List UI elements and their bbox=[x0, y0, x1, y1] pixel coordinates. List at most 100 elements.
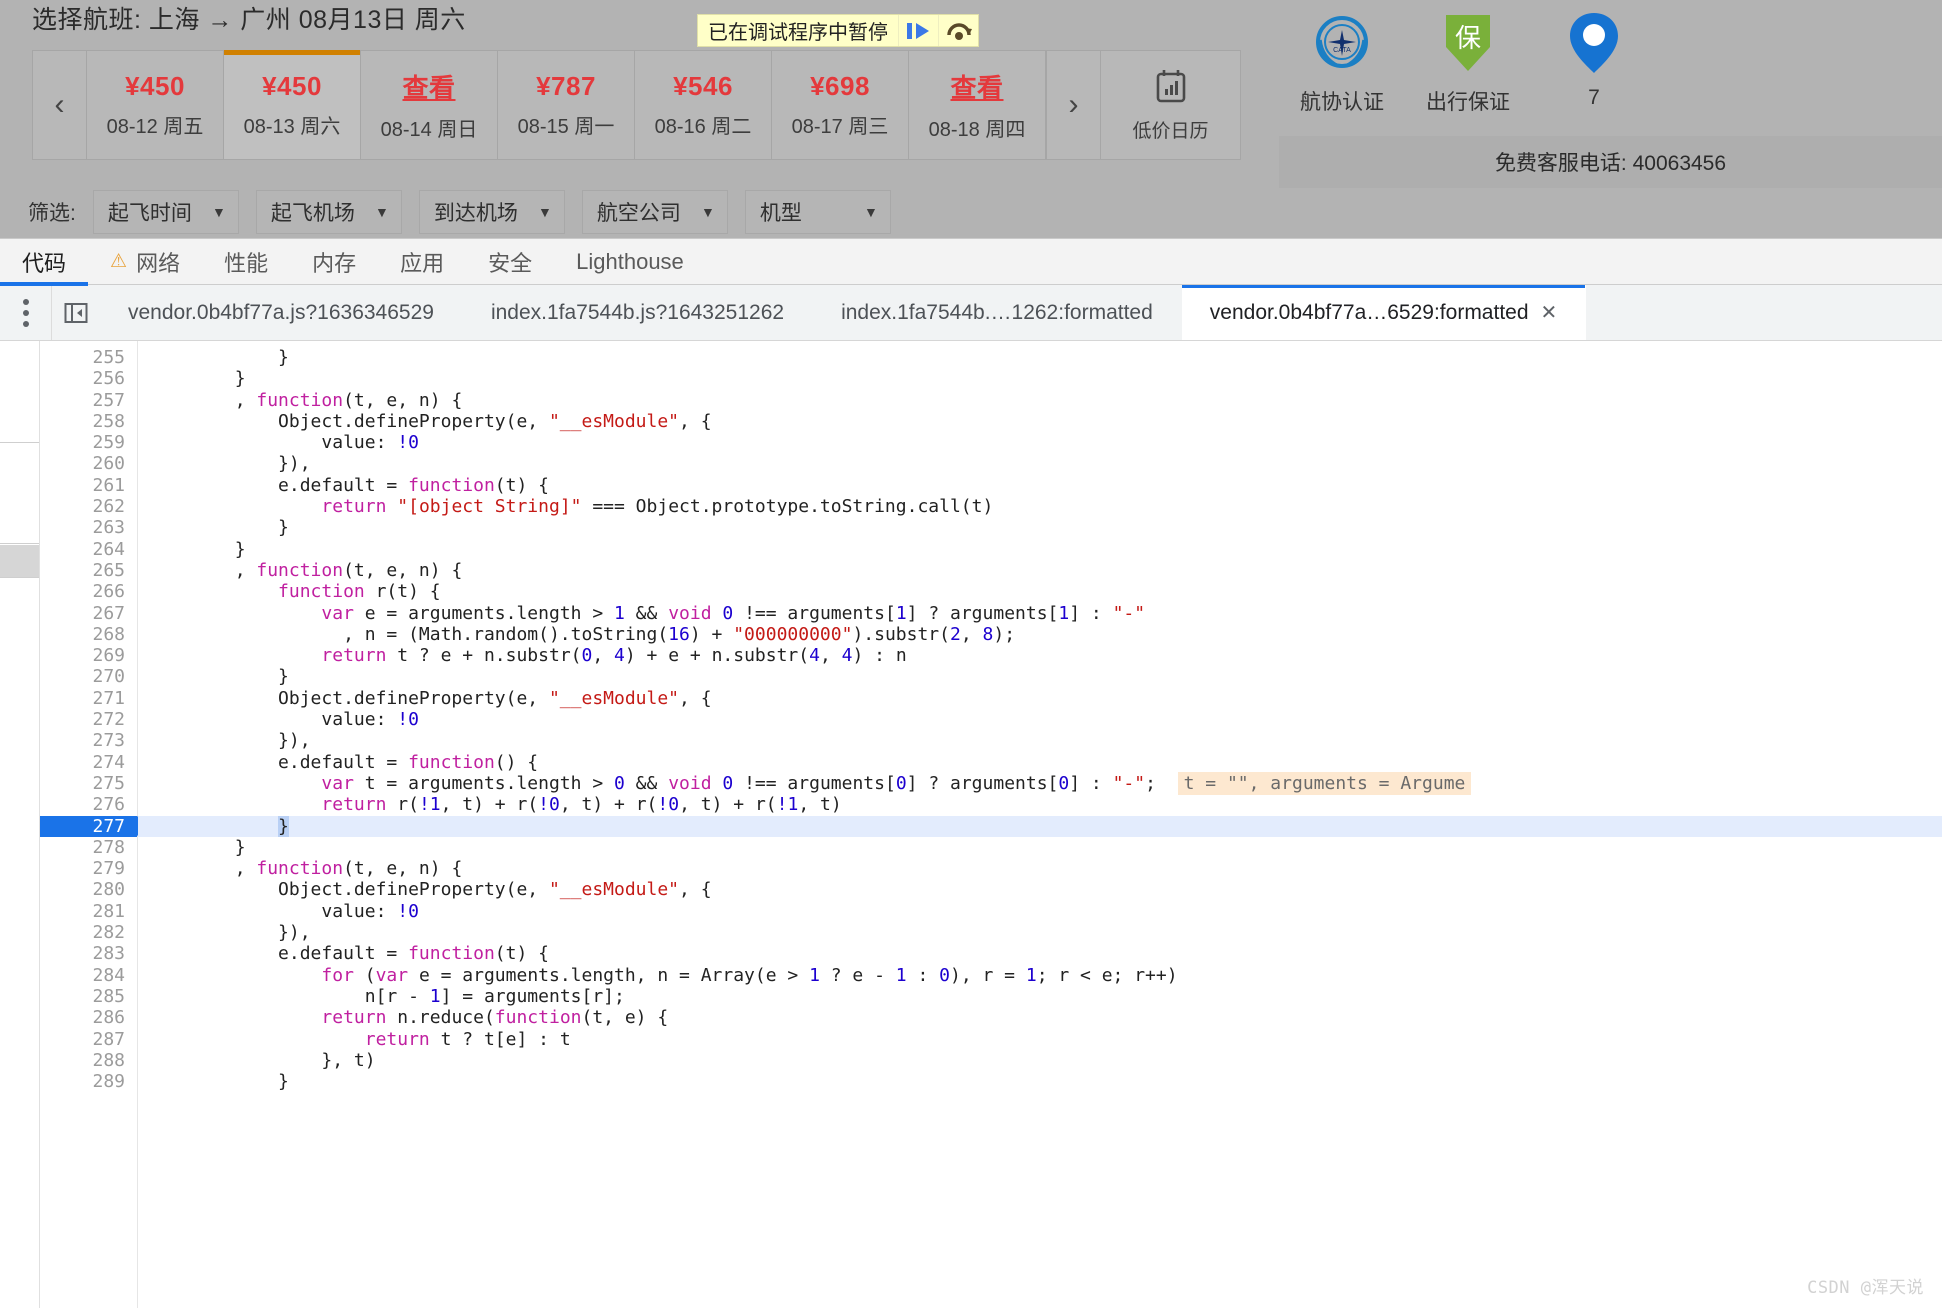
gutter-line[interactable]: 260 bbox=[40, 453, 137, 474]
gutter-line[interactable]: 274 bbox=[40, 752, 137, 773]
file-tab[interactable]: index.1fa7544b.js?1643251262 bbox=[463, 285, 813, 340]
devtools-tab-5[interactable]: 安全 bbox=[466, 239, 554, 285]
gutter-line[interactable]: 280 bbox=[40, 879, 137, 900]
gutter-line[interactable]: 272 bbox=[40, 709, 137, 730]
low-price-calendar-button[interactable]: 低价日历 bbox=[1100, 51, 1240, 159]
code-line[interactable]: } bbox=[138, 347, 1942, 368]
code-line[interactable]: return t ? t[e] : t bbox=[138, 1029, 1942, 1050]
gutter-line[interactable]: 289 bbox=[40, 1071, 137, 1092]
code-line[interactable]: e.default = function(t) { bbox=[138, 475, 1942, 496]
gutter-line[interactable]: 256 bbox=[40, 368, 137, 389]
code-line[interactable]: } bbox=[138, 666, 1942, 687]
devtools-tab-1[interactable]: ⚠ 网络 bbox=[88, 239, 202, 285]
code-line[interactable]: e.default = function(t) { bbox=[138, 943, 1942, 964]
devtools-tab-0[interactable]: 代码 bbox=[0, 239, 89, 286]
step-over-icon[interactable] bbox=[938, 15, 978, 46]
gutter-line[interactable]: 270 bbox=[40, 666, 137, 687]
code-line[interactable]: function r(t) { bbox=[138, 581, 1942, 602]
code-line[interactable]: for (var e = arguments.length, n = Array… bbox=[138, 965, 1942, 986]
filter-dropdown[interactable]: 起飞时间 ▼ bbox=[92, 190, 239, 234]
gutter-line[interactable]: 262 bbox=[40, 496, 137, 517]
code-line[interactable]: Object.defineProperty(e, "__esModule", { bbox=[138, 688, 1942, 709]
gutter-line[interactable]: 263 bbox=[40, 517, 137, 538]
code-line[interactable]: return t ? e + n.substr(0, 4) + e + n.su… bbox=[138, 645, 1942, 666]
gutter-line[interactable]: 269 bbox=[40, 645, 137, 666]
gutter-line[interactable]: 266 bbox=[40, 581, 137, 602]
date-cell[interactable]: ¥450 08-13 周六 bbox=[224, 50, 361, 159]
code-line[interactable]: return r(!1, t) + r(!0, t) + r(!0, t) + … bbox=[138, 794, 1942, 815]
gutter-line[interactable]: 261 bbox=[40, 475, 137, 496]
devtools-tab-3[interactable]: 内存 bbox=[290, 239, 378, 285]
gutter-line[interactable]: 285 bbox=[40, 986, 137, 1007]
code-line[interactable]: , n = (Math.random().toString(16) + "000… bbox=[138, 624, 1942, 645]
date-cell[interactable]: ¥546 08-16 周二 bbox=[635, 51, 772, 159]
code-line[interactable]: value: !0 bbox=[138, 709, 1942, 730]
gutter-line[interactable]: 264 bbox=[40, 539, 137, 560]
gutter-line[interactable]: 287 bbox=[40, 1029, 137, 1050]
code-line[interactable]: }), bbox=[138, 922, 1942, 943]
code-line[interactable]: return n.reduce(function(t, e) { bbox=[138, 1007, 1942, 1028]
gutter-line[interactable]: 278 bbox=[40, 837, 137, 858]
devtools-tab-4[interactable]: 应用 bbox=[378, 239, 466, 285]
file-tab[interactable]: vendor.0b4bf77a.js?1636346529 bbox=[100, 285, 463, 340]
gutter-line[interactable]: 288 bbox=[40, 1050, 137, 1071]
next-dates-button[interactable]: › bbox=[1046, 51, 1100, 159]
date-cell[interactable]: ¥450 08-12 周五 bbox=[87, 51, 224, 159]
line-number-gutter[interactable]: 255 256 257 258 259 260 261 262 263 264 265 266 267 2… bbox=[40, 341, 149, 1308]
code-line[interactable]: } bbox=[138, 1071, 1942, 1092]
code-line[interactable]: Object.defineProperty(e, "__esModule", { bbox=[138, 411, 1942, 432]
prev-dates-button[interactable]: ‹ bbox=[33, 51, 87, 159]
gutter-line[interactable]: 268 bbox=[40, 624, 137, 645]
code-line[interactable]: n[r - 1] = arguments[r]; bbox=[138, 986, 1942, 1007]
devtools-tab-6[interactable]: Lighthouse bbox=[554, 239, 706, 285]
file-tab[interactable]: vendor.0b4bf77a…6529:formatted ✕ bbox=[1181, 285, 1587, 340]
code-line[interactable]: } bbox=[138, 837, 1942, 858]
gutter-line[interactable]: 276 bbox=[40, 794, 137, 815]
filter-dropdown[interactable]: 到达机场 ▼ bbox=[418, 190, 565, 234]
code-line[interactable]: } bbox=[138, 368, 1942, 389]
filter-dropdown[interactable]: 起飞机场 ▼ bbox=[255, 190, 402, 234]
gutter-line[interactable]: 282 bbox=[40, 922, 137, 943]
gutter-line[interactable]: 286 bbox=[40, 1007, 137, 1028]
gutter-line[interactable]: 284 bbox=[40, 965, 137, 986]
code-line[interactable]: , function(t, e, n) { bbox=[138, 390, 1942, 411]
filter-dropdown[interactable]: 航空公司 ▼ bbox=[581, 190, 728, 234]
gutter-line[interactable]: 257 bbox=[40, 390, 137, 411]
gutter-line[interactable]: 281 bbox=[40, 901, 137, 922]
gutter-line[interactable]: 267 bbox=[40, 603, 137, 624]
code-line[interactable]: }), bbox=[138, 730, 1942, 751]
code-line[interactable]: value: !0 bbox=[138, 432, 1942, 453]
date-cell[interactable]: 查看 08-18 周四 bbox=[909, 51, 1046, 159]
code-line[interactable]: Object.defineProperty(e, "__esModule", { bbox=[138, 879, 1942, 900]
close-icon[interactable]: ✕ bbox=[1541, 300, 1558, 325]
code-line[interactable]: return "[object String]" === Object.prot… bbox=[138, 496, 1942, 517]
gutter-line[interactable]: 258 bbox=[40, 411, 137, 432]
date-cell[interactable]: ¥787 08-15 周一 bbox=[498, 51, 635, 159]
code-line[interactable]: }), bbox=[138, 453, 1942, 474]
gutter-line[interactable]: 283 bbox=[40, 943, 137, 964]
code-lines[interactable]: } } , function(t, e, n) { Object.defineP… bbox=[138, 341, 1942, 1308]
code-line[interactable]: e.default = function() { bbox=[138, 752, 1942, 773]
gutter-line[interactable]: 255 bbox=[40, 347, 137, 368]
code-line[interactable]: var e = arguments.length > 1 && void 0 !… bbox=[138, 603, 1942, 624]
code-line[interactable]: , function(t, e, n) { bbox=[138, 560, 1942, 581]
gutter-line[interactable]: 265 bbox=[40, 560, 137, 581]
gutter-line-current[interactable]: 277 bbox=[40, 815, 149, 837]
date-cell[interactable]: 查看 08-14 周日 bbox=[361, 51, 498, 159]
code-line[interactable]: value: !0 bbox=[138, 901, 1942, 922]
date-cell[interactable]: ¥698 08-17 周三 bbox=[772, 51, 909, 159]
resume-script-icon[interactable] bbox=[898, 15, 938, 46]
code-line[interactable]: }, t) bbox=[138, 1050, 1942, 1071]
devtools-tab-2[interactable]: 性能 bbox=[202, 239, 290, 285]
gutter-line[interactable]: 275 bbox=[40, 773, 137, 794]
show-navigator-icon[interactable] bbox=[52, 285, 100, 340]
file-tab[interactable]: index.1fa7544b.…1262:formatted bbox=[813, 285, 1182, 340]
gutter-line[interactable]: 273 bbox=[40, 730, 137, 751]
kebab-menu-icon[interactable] bbox=[0, 285, 52, 340]
code-line[interactable]: } bbox=[138, 815, 1942, 837]
gutter-line[interactable]: 271 bbox=[40, 688, 137, 709]
filter-dropdown[interactable]: 机型 ▼ bbox=[744, 190, 891, 234]
code-line[interactable]: , function(t, e, n) { bbox=[138, 858, 1942, 879]
code-line[interactable]: var t = arguments.length > 0 && void 0 !… bbox=[138, 771, 1942, 795]
gutter-line[interactable]: 279 bbox=[40, 858, 137, 879]
